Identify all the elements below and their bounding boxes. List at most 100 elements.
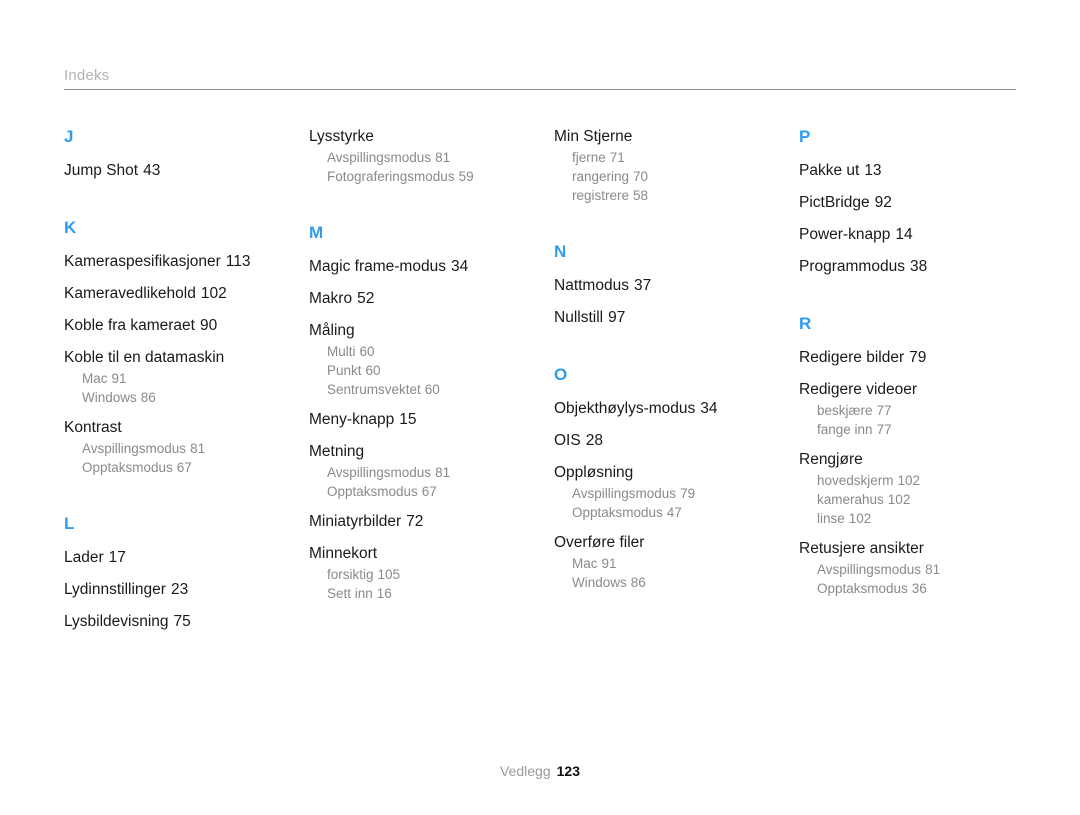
index-entry-main: Power-knapp 14 [799, 224, 1044, 245]
index-entry: Min Stjerne fjerne 71 rangering 70 registrere… [554, 126, 799, 205]
index-subentry-page[interactable]: 47 [663, 505, 682, 520]
index-entry-term: Rengjøre [799, 451, 863, 468]
index-subentry-list: Avspillingsmodus 81 Opptaksmodus 36 [799, 560, 1044, 598]
index-entry-term: Kameravedlikehold [64, 285, 196, 302]
index-entry-page[interactable]: 23 [166, 581, 188, 598]
index-entry-page[interactable]: 17 [104, 549, 126, 566]
index-subentry-term: hovedskjerm [817, 473, 894, 488]
index-entry-page[interactable]: 90 [195, 317, 217, 334]
index-subentry-page[interactable]: 81 [186, 441, 205, 456]
index-subentry-page[interactable]: 60 [362, 363, 381, 378]
index-subentry-term: kamerahus [817, 492, 884, 507]
index-subentry-page[interactable]: 86 [627, 575, 646, 590]
index-subentry-page[interactable]: 79 [676, 486, 695, 501]
index-entry-term: Oppløsning [554, 464, 634, 481]
index-entry-page[interactable]: 97 [603, 309, 625, 326]
index-subentry-page[interactable]: 16 [373, 586, 392, 601]
index-subentry-term: Mac [82, 371, 108, 386]
index-subentry-page[interactable]: 77 [873, 422, 892, 437]
index-entry-main: Kameraspesifikasjoner 113 [64, 251, 309, 272]
index-entry-term: Redigere bilder [799, 349, 905, 366]
index-entry-page[interactable]: 28 [581, 432, 603, 449]
header-divider [64, 89, 1016, 90]
index-subentry: Sett inn 16 [309, 584, 554, 603]
column-1: J Jump Shot 43 K Kameraspesifikasjoner 113 Kam… [64, 126, 309, 643]
index-entry-term: Power-knapp [799, 226, 891, 243]
index-subentry: Avspillingsmodus 79 [554, 484, 799, 503]
index-entry-page[interactable]: 43 [138, 162, 160, 179]
index-entry: Koble til en datamaskin Mac 91 Windows 86 [64, 347, 309, 407]
index-entry-term: Koble fra kameraet [64, 317, 195, 334]
index-subentry-page[interactable]: 102 [894, 473, 921, 488]
index-subentry-term: Opptaksmodus [327, 484, 418, 499]
page-title: Indeks [64, 67, 110, 84]
index-subentry-page[interactable]: 81 [921, 562, 940, 577]
index-entry: Programmodus 38 [799, 256, 1044, 277]
index-subentry-page[interactable]: 67 [418, 484, 437, 499]
index-entry-page[interactable]: 52 [352, 290, 374, 307]
index-subentry-page[interactable]: 60 [356, 344, 375, 359]
index-entry-page[interactable]: 15 [394, 411, 416, 428]
index-entry-page[interactable]: 34 [446, 258, 468, 275]
index-subentry-page[interactable]: 58 [629, 188, 648, 203]
index-subentry-page[interactable]: 91 [598, 556, 617, 571]
index-subentry-page[interactable]: 86 [137, 390, 156, 405]
index-subentry: Windows 86 [554, 573, 799, 592]
index-subentry-page[interactable]: 36 [908, 581, 927, 596]
index-entry-term: Makro [309, 290, 353, 307]
index-entry-page[interactable]: 34 [695, 400, 717, 417]
index-entry-page[interactable]: 92 [870, 194, 892, 211]
index-subentry-list: Avspillingsmodus 81 Opptaksmodus 67 [64, 439, 309, 477]
index-entry-main: Koble fra kameraet 90 [64, 315, 309, 336]
column-2: Lysstyrke Avspillingsmodus 81 Fotografering… [309, 126, 554, 613]
index-entry-page[interactable]: 72 [401, 513, 423, 530]
index-entry-main: Oppløsning [554, 462, 799, 483]
index-subentry-page[interactable]: 105 [374, 567, 401, 582]
index-subentry: Opptaksmodus 36 [799, 579, 1044, 598]
index-entry-term: Kameraspesifikasjoner [64, 253, 221, 270]
index-subentry: fange inn 77 [799, 420, 1044, 439]
index-subentry-list: Mac 91 Windows 86 [64, 369, 309, 407]
index-subentry-list: Multi 60 Punkt 60 Sentrumsvektet 60 [309, 342, 554, 399]
index-entry-page[interactable]: 14 [890, 226, 912, 243]
index-entry-term: Måling [309, 322, 355, 339]
index-subentry-page[interactable]: 77 [873, 403, 892, 418]
index-subentry-page[interactable]: 67 [173, 460, 192, 475]
index-entry-term: Lysbildevisning [64, 613, 169, 630]
index-subentry-page[interactable]: 70 [629, 169, 648, 184]
index-subentry-page[interactable]: 59 [455, 169, 474, 184]
index-entry: Oppløsning Avspillingsmodus 79 Opptaksmodus… [554, 462, 799, 522]
index-entry-page[interactable]: 37 [629, 277, 651, 294]
letter-heading-n: N [554, 242, 567, 261]
index-subentry: kamerahus 102 [799, 490, 1044, 509]
index-entry-main: Koble til en datamaskin [64, 347, 309, 368]
index-entry-page[interactable]: 38 [905, 258, 927, 275]
index-subentry-page[interactable]: 71 [606, 150, 625, 165]
index-subentry-term: Windows [82, 390, 137, 405]
index-subentry-page[interactable]: 60 [421, 382, 440, 397]
index-subentry-term: forsiktig [327, 567, 374, 582]
index-subentry-page[interactable]: 81 [431, 150, 450, 165]
index-entry-main: Jump Shot 43 [64, 160, 309, 181]
index-entry-page[interactable]: 102 [196, 285, 227, 302]
index-entry: Lysbildevisning 75 [64, 611, 309, 632]
index-entry-main: Lydinnstillinger 23 [64, 579, 309, 600]
index-subentry-term: Avspillingsmodus [572, 486, 677, 501]
index-subentry: Avspillingsmodus 81 [799, 560, 1044, 579]
index-subentry-page[interactable]: 102 [884, 492, 911, 507]
column-3: Min Stjerne fjerne 71 rangering 70 registrere… [554, 126, 799, 602]
index-subentry-page[interactable]: 102 [845, 511, 872, 526]
index-subentry: Opptaksmodus 67 [309, 482, 554, 501]
index-entry-page[interactable]: 75 [169, 613, 191, 630]
index-entry-page[interactable]: 79 [904, 349, 926, 366]
index-entry-page[interactable]: 13 [859, 162, 881, 179]
page-header: Indeks [64, 66, 1016, 90]
index-entry-page[interactable]: 113 [221, 253, 251, 270]
index-subentry-term: Avspillingsmodus [82, 441, 187, 456]
index-subentry-page[interactable]: 81 [431, 465, 450, 480]
index-entry: Jump Shot 43 [64, 160, 309, 181]
index-subentry-page[interactable]: 91 [108, 371, 127, 386]
index-subentry-term: Opptaksmodus [817, 581, 908, 596]
index-entry-term: Lydinnstillinger [64, 581, 166, 598]
index-subentry-term: rangering [572, 169, 630, 184]
